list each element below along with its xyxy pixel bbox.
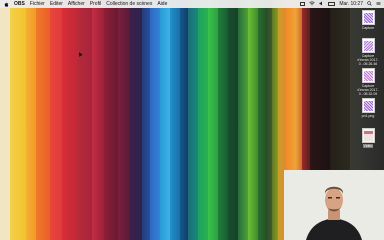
desktop-icon-label: Capture d'écran 2017-0...05.26.46 [357, 54, 379, 66]
wifi-icon[interactable] [309, 0, 316, 8]
desktop-icon-screenshot-1[interactable]: Capture d'écran 2017-0...05.26.46 [356, 38, 380, 66]
desktop-icon-label: Capture [361, 26, 375, 30]
menu-bar: OBS Fichier Editer Afficher Profil Colle… [0, 0, 384, 8]
desktop-icon-label: Capture d'écran 2017-0...05.32.09 [357, 84, 379, 96]
menu-afficher[interactable]: Afficher [68, 0, 85, 8]
desktop-icon-capture[interactable]: Capture [356, 10, 380, 30]
battery-icon[interactable] [328, 2, 336, 6]
volume-icon[interactable] [319, 1, 324, 8]
menu-aide[interactable]: Aide [157, 0, 167, 8]
file-thumbnail-icon [361, 98, 375, 113]
display-icon[interactable] [300, 2, 306, 6]
desktop-icon-pn1[interactable]: pn1.png [356, 98, 380, 118]
desktop-icon-screenshot-2[interactable]: Capture d'écran 2017-0...05.32.09 [356, 68, 380, 96]
video-file-icon [361, 128, 375, 143]
menu-fichier[interactable]: Fichier [30, 0, 45, 8]
notification-icon[interactable] [376, 1, 381, 8]
menu-clock[interactable]: Mar. 10:27 [339, 0, 363, 8]
desktop-icon-label: Vidéo [362, 144, 374, 148]
desktop-icon-label: pn1.png [361, 114, 375, 118]
webcam-overlay [284, 170, 384, 240]
person-in-webcam [284, 170, 384, 240]
menu-profil[interactable]: Profil [90, 0, 101, 8]
file-thumbnail-icon [361, 68, 375, 83]
file-thumbnail-icon [361, 10, 375, 25]
menu-app-name[interactable]: OBS [14, 0, 25, 8]
file-thumbnail-icon [361, 38, 375, 53]
desktop-icon-video[interactable]: Vidéo [356, 128, 380, 148]
apple-icon[interactable] [4, 2, 9, 7]
menu-editer[interactable]: Editer [50, 0, 63, 8]
menu-collection-scenes[interactable]: Collection de scènes [106, 0, 152, 8]
search-icon[interactable] [367, 0, 372, 8]
